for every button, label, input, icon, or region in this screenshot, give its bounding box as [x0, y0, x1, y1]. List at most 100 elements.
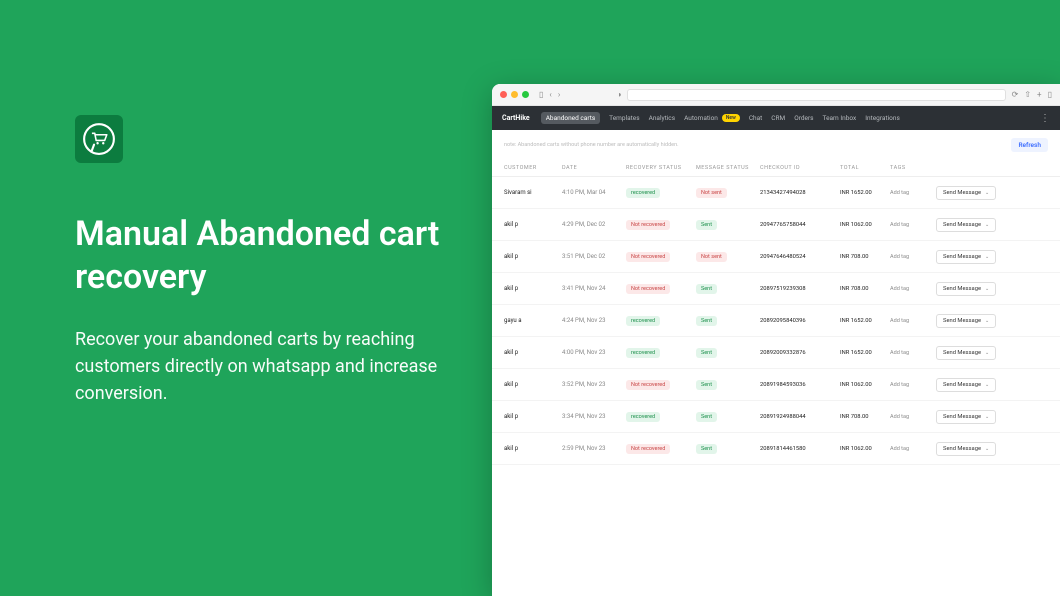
send-message-button[interactable]: Send Message⌄: [936, 314, 996, 328]
cell-date: 3:41 PM, Nov 24: [562, 285, 626, 292]
message-status-badge: Not sent: [696, 252, 727, 262]
new-badge: New: [722, 114, 740, 122]
chevron-down-icon: ⌄: [985, 382, 989, 388]
recovery-status-badge: Not recovered: [626, 284, 670, 294]
cell-total: INR 1652.00: [840, 350, 890, 356]
cell-date: 3:52 PM, Nov 23: [562, 381, 626, 388]
message-status-badge: Sent: [696, 348, 717, 358]
add-tag-button[interactable]: Add tag: [890, 286, 909, 292]
add-tag-button[interactable]: Add tag: [890, 414, 909, 420]
nav-team-inbox[interactable]: Team Inbox: [823, 114, 857, 122]
address-bar[interactable]: [627, 89, 1005, 101]
cell-date: 3:34 PM, Nov 23: [562, 413, 626, 420]
table-row: akil p3:34 PM, Nov 23recoveredSent208919…: [492, 401, 1060, 433]
info-note: note: Abandoned carts without phone numb…: [504, 142, 679, 148]
chevron-down-icon: ⌄: [985, 222, 989, 228]
hero-title: Manual Abandoned cart recovery: [75, 213, 455, 298]
cell-total: INR 1062.00: [840, 222, 890, 228]
nav-integrations[interactable]: Integrations: [865, 114, 900, 122]
cell-date: 3:51 PM, Dec 02: [562, 253, 626, 260]
table-row: akil p2:59 PM, Nov 23Not recoveredSent20…: [492, 433, 1060, 465]
cell-checkout-id: 20891984593036: [760, 382, 840, 388]
add-tag-button[interactable]: Add tag: [890, 446, 909, 452]
app-logo: [75, 115, 123, 163]
col-total: TOTAL: [840, 165, 890, 171]
nav-analytics[interactable]: Analytics: [649, 114, 676, 122]
add-tag-button[interactable]: Add tag: [890, 318, 909, 324]
close-icon[interactable]: [500, 91, 507, 98]
cell-customer: akil p: [504, 413, 562, 420]
hero-subtitle: Recover your abandoned carts by reaching…: [75, 326, 455, 407]
cell-customer: akil p: [504, 285, 562, 292]
sidebar-toggle-icon[interactable]: ▯: [539, 90, 543, 99]
main-nav: CartHike Abandoned carts Templates Analy…: [492, 106, 1060, 130]
cell-total: INR 1062.00: [840, 382, 890, 388]
recovery-status-badge: Not recovered: [626, 252, 670, 262]
chevron-down-icon: ⌄: [985, 254, 989, 260]
maximize-icon[interactable]: [522, 91, 529, 98]
cart-chat-icon: [82, 122, 116, 156]
send-message-button[interactable]: Send Message⌄: [936, 442, 996, 456]
col-date: DATE: [562, 165, 626, 171]
table-row: Sivaram si4:10 PM, Mar 04recoveredNot se…: [492, 177, 1060, 209]
cell-customer: akil p: [504, 381, 562, 388]
nav-automation[interactable]: Automation: [684, 114, 718, 122]
cell-total: INR 1652.00: [840, 190, 890, 196]
chevron-down-icon: ⌄: [985, 318, 989, 324]
send-message-button[interactable]: Send Message⌄: [936, 346, 996, 360]
cell-checkout-id: 20892009332876: [760, 350, 840, 356]
back-icon[interactable]: ‹: [549, 90, 551, 99]
send-message-button[interactable]: Send Message⌄: [936, 186, 996, 200]
cell-checkout-id: 20947646480524: [760, 254, 840, 260]
nav-abandoned-carts[interactable]: Abandoned carts: [541, 112, 600, 124]
cell-total: INR 708.00: [840, 286, 890, 292]
send-message-button[interactable]: Send Message⌄: [936, 282, 996, 296]
app-window: ▯ ‹ › ◑ ⟳ ⇧ + ▯ CartHike Abandoned carts…: [492, 84, 1060, 596]
message-status-badge: Sent: [696, 380, 717, 390]
nav-crm[interactable]: CRM: [771, 114, 785, 122]
add-tag-button[interactable]: Add tag: [890, 254, 909, 260]
cell-checkout-id: 20897519239308: [760, 286, 840, 292]
shield-icon[interactable]: ◑: [617, 90, 622, 99]
recovery-status-badge: recovered: [626, 348, 660, 358]
send-message-button[interactable]: Send Message⌄: [936, 218, 996, 232]
add-tag-button[interactable]: Add tag: [890, 382, 909, 388]
send-message-button[interactable]: Send Message⌄: [936, 250, 996, 264]
add-tag-button[interactable]: Add tag: [890, 350, 909, 356]
cell-total: INR 1062.00: [840, 446, 890, 452]
nav-chat[interactable]: Chat: [749, 114, 762, 122]
col-recovery: RECOVERY STATUS: [626, 165, 696, 171]
table-row: gayu a4:24 PM, Nov 23recoveredSent208920…: [492, 305, 1060, 337]
recovery-status-badge: recovered: [626, 188, 660, 198]
brand[interactable]: CartHike: [502, 114, 530, 122]
table-header: CUSTOMER DATE RECOVERY STATUS MESSAGE ST…: [492, 160, 1060, 177]
table-row: akil p4:29 PM, Dec 02Not recoveredSent20…: [492, 209, 1060, 241]
minimize-icon[interactable]: [511, 91, 518, 98]
chevron-down-icon: ⌄: [985, 350, 989, 356]
add-tag-button[interactable]: Add tag: [890, 222, 909, 228]
nav-templates[interactable]: Templates: [609, 114, 639, 122]
col-customer: CUSTOMER: [504, 165, 562, 171]
send-message-button[interactable]: Send Message⌄: [936, 410, 996, 424]
cell-date: 4:00 PM, Nov 23: [562, 349, 626, 356]
refresh-button[interactable]: Refresh: [1011, 138, 1048, 152]
refresh-icon[interactable]: ⟳: [1012, 90, 1019, 99]
cell-customer: akil p: [504, 349, 562, 356]
cell-customer: Sivaram si: [504, 189, 562, 196]
share-icon[interactable]: ⇧: [1024, 90, 1031, 99]
cell-checkout-id: 20892095840396: [760, 318, 840, 324]
cell-date: 2:59 PM, Nov 23: [562, 445, 626, 452]
menu-icon[interactable]: ⋮: [1040, 113, 1050, 124]
chevron-down-icon: ⌄: [985, 190, 989, 196]
send-message-button[interactable]: Send Message⌄: [936, 378, 996, 392]
browser-chrome: ▯ ‹ › ◑ ⟳ ⇧ + ▯: [492, 84, 1060, 106]
message-status-badge: Sent: [696, 220, 717, 230]
tabs-icon[interactable]: ▯: [1048, 90, 1052, 99]
add-tag-button[interactable]: Add tag: [890, 190, 909, 196]
nav-orders[interactable]: Orders: [794, 114, 813, 122]
new-tab-icon[interactable]: +: [1037, 90, 1042, 99]
cell-customer: akil p: [504, 221, 562, 228]
cell-checkout-id: 20891924988044: [760, 414, 840, 420]
table-row: akil p3:52 PM, Nov 23Not recoveredSent20…: [492, 369, 1060, 401]
forward-icon[interactable]: ›: [558, 90, 560, 99]
